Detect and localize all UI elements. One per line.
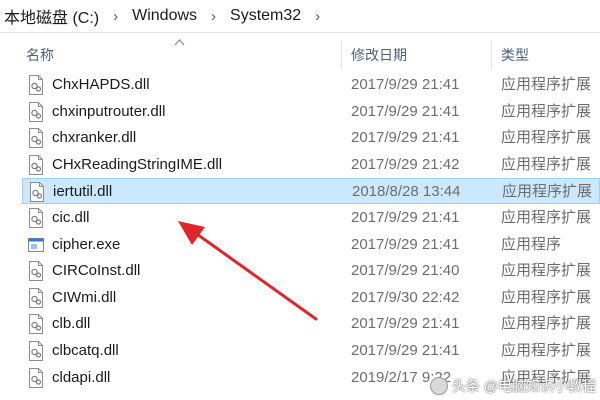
file-modified-date: 2017/9/29 21:42 [351,156,460,173]
file-row[interactable]: CIRCoInst.dll 2017/9/29 21:40 应用程序扩展 [22,258,600,284]
file-type: 应用程序扩展 [501,103,592,120]
file-row[interactable]: iertutil.dll 2018/8/28 13:44 应用程序扩展 [22,178,600,204]
watermark-logo-icon [429,377,448,395]
file-row[interactable]: ChxHAPDS.dll 2017/9/29 21:41 应用程序扩展 [22,72,600,98]
file-type: 应用程序扩展 [501,156,592,173]
exe-file-icon [28,238,44,252]
file-row[interactable]: CIWmi.dll 2017/9/30 22:42 应用程序扩展 [22,285,600,311]
dll-file-icon [29,261,43,281]
file-row[interactable]: chxranker.dll 2017/9/29 21:41 应用程序扩展 [22,125,600,151]
file-name: chxinputrouter.dll [52,103,166,120]
file-modified-date: 2018/8/28 13:44 [352,183,461,200]
file-type: 应用程序扩展 [501,342,592,359]
breadcrumb-separator-icon[interactable]: › [203,8,224,25]
column-divider[interactable] [491,40,492,70]
dll-file-icon [29,341,43,361]
file-modified-date: 2017/9/29 21:41 [351,315,460,332]
file-name: chxranker.dll [52,129,137,146]
file-name: clbcatq.dll [52,342,119,359]
watermark: 头条 @电脑知识小教程 [406,374,596,398]
dll-file-icon [29,208,43,228]
column-header-row: 名称 修改日期 类型 [0,36,600,74]
file-modified-date: 2017/9/29 21:41 [351,209,460,226]
file-name: clb.dll [52,315,91,332]
file-type: 应用程序扩展 [501,76,592,93]
file-modified-date: 2017/9/29 21:41 [351,76,460,93]
file-row[interactable]: CHxReadingStringIME.dll 2017/9/29 21:42 应用… [22,152,600,178]
dll-file-icon [30,182,44,202]
file-row[interactable]: cipher.exe 2017/9/29 21:41 应用程序 [22,232,600,258]
file-row[interactable]: cic.dll 2017/9/29 21:41 应用程序扩展 [22,205,600,231]
file-type: 应用程序扩展 [501,262,592,279]
file-modified-date: 2017/9/30 22:42 [351,289,460,306]
file-name: CHxReadingStringIME.dll [52,156,223,173]
dll-file-icon [29,75,43,95]
breadcrumb-system32[interactable]: System32 [224,7,307,25]
file-name: CIWmi.dll [52,289,117,306]
breadcrumb-drive[interactable]: 本地磁盘 (C:) [0,4,105,28]
column-header-date[interactable]: 修改日期 [351,36,407,74]
file-type: 应用程序扩展 [502,183,593,200]
file-modified-date: 2017/9/29 21:41 [351,103,460,120]
file-name: cldapi.dll [52,369,111,386]
dll-file-icon [29,368,43,388]
column-header-name[interactable]: 名称 [26,36,54,74]
file-type: 应用程序 [501,236,562,253]
file-name: ChxHAPDS.dll [52,76,150,93]
file-name: cic.dll [52,209,90,226]
breadcrumb-windows[interactable]: Windows [126,7,203,25]
file-type: 应用程序扩展 [501,315,592,332]
file-type: 应用程序扩展 [501,129,592,146]
column-header-type[interactable]: 类型 [501,36,529,74]
file-type: 应用程序扩展 [501,209,592,226]
file-name: iertutil.dll [53,183,113,200]
file-type: 应用程序扩展 [501,289,592,306]
breadcrumb-separator-icon[interactable]: › [307,8,328,25]
file-modified-date: 2017/9/29 21:41 [351,342,460,359]
address-bar[interactable]: 本地磁盘 (C:) › Windows › System32 › [0,0,600,33]
column-divider[interactable] [341,40,342,70]
file-row[interactable]: clb.dll 2017/9/29 21:41 应用程序扩展 [22,311,600,337]
dll-file-icon [29,314,43,334]
breadcrumb-separator-icon[interactable]: › [105,8,126,25]
file-modified-date: 2017/9/29 21:40 [351,262,460,279]
file-modified-date: 2017/9/29 21:41 [351,129,460,146]
watermark-text: 头条 @电脑知识小教程 [451,378,596,394]
dll-file-icon [29,288,43,308]
dll-file-icon [29,155,43,175]
file-name: cipher.exe [52,236,121,253]
dll-file-icon [29,102,43,122]
file-row[interactable]: clbcatq.dll 2017/9/29 21:41 应用程序扩展 [22,338,600,364]
dll-file-icon [29,128,43,148]
sort-ascending-icon [174,39,185,46]
file-modified-date: 2017/9/29 21:41 [351,236,460,253]
file-row[interactable]: chxinputrouter.dll 2017/9/29 21:41 应用程序扩展 [22,99,600,125]
file-name: CIRCoInst.dll [52,262,141,279]
